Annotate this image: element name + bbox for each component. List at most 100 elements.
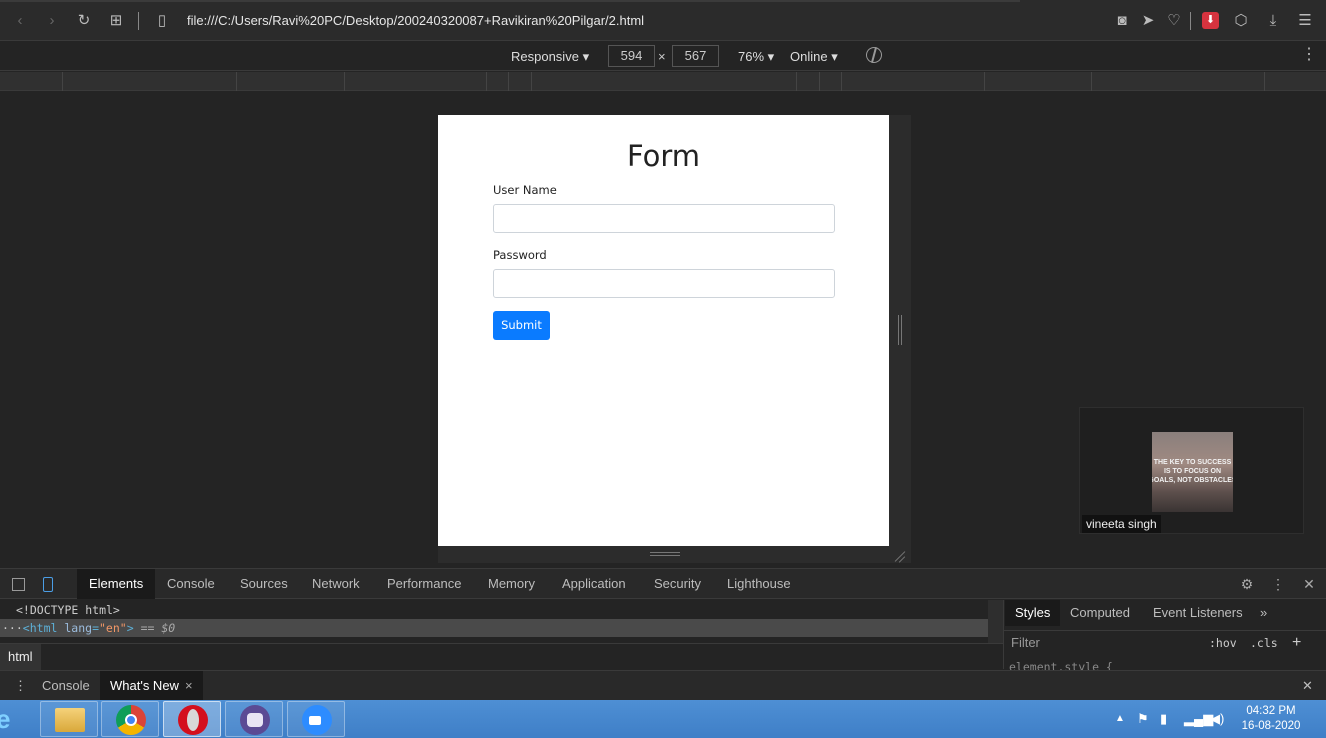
tab-security[interactable]: Security — [654, 569, 701, 599]
tab-console[interactable]: Console — [167, 569, 215, 599]
class-toggle[interactable]: .cls — [1250, 636, 1278, 650]
zoom-camera-body — [309, 716, 321, 725]
zoom-label: 76% — [738, 49, 765, 64]
ruler-segment[interactable] — [841, 72, 842, 91]
drawer-tab-whats-new[interactable]: What's New × — [100, 671, 203, 700]
menu-icon[interactable]: ☰ — [1296, 12, 1314, 30]
styles-filter-input[interactable]: Filter — [1011, 635, 1040, 650]
rotate-icon[interactable] — [863, 44, 885, 66]
tab-event-listeners[interactable]: Event Listeners — [1153, 600, 1243, 626]
heart-icon[interactable]: ♡ — [1165, 12, 1183, 30]
grip-icon — [650, 552, 680, 556]
tab-lighthouse[interactable]: Lighthouse — [727, 569, 791, 599]
ruler-segment[interactable] — [531, 72, 532, 91]
camera-icon[interactable]: ◙ — [1113, 12, 1131, 30]
tab-elements[interactable]: Elements — [77, 569, 156, 599]
clock-date: 16-08-2020 — [1241, 720, 1301, 732]
send-icon[interactable]: ➤ — [1139, 12, 1157, 30]
taskbar-clock[interactable]: 04:32 PM 16-08-2020 — [1236, 704, 1306, 734]
chrome-center — [125, 714, 137, 726]
thumbnail-text: THE KEY TO SUCCESS — [1153, 459, 1232, 466]
close-drawer-icon[interactable]: ✕ — [1302, 671, 1313, 700]
elements-tree: <!DOCTYPE html> ···<html lang="en"> == $… — [0, 600, 1003, 643]
battery-icon[interactable]: ▮ — [1160, 711, 1167, 727]
reload-icon[interactable]: ↻ — [75, 12, 93, 30]
ruler-segment[interactable] — [508, 72, 509, 91]
close-tab-icon[interactable]: × — [185, 678, 193, 693]
forward-arrow-icon[interactable]: › — [43, 12, 61, 30]
ruler-segment[interactable] — [344, 72, 345, 91]
elements-scrollbar[interactable] — [988, 600, 1003, 643]
cat-face — [247, 713, 263, 727]
tab-application[interactable]: Application — [562, 569, 626, 599]
tab-memory[interactable]: Memory — [488, 569, 535, 599]
new-rule-icon[interactable]: + — [1292, 634, 1301, 652]
download-red-icon[interactable]: ⬇ — [1202, 12, 1219, 29]
resize-handle-bottom[interactable] — [438, 546, 889, 563]
ruler-segment[interactable] — [1091, 72, 1092, 91]
more-options-icon[interactable]: ⋮ — [1301, 47, 1317, 63]
device-mode-select[interactable]: Responsive ▾ — [511, 49, 589, 65]
dropdown-caret-icon: ▾ — [831, 49, 838, 64]
username-input[interactable] — [493, 204, 835, 233]
grid-icon[interactable]: ⊞ — [107, 12, 125, 30]
dom-doctype[interactable]: <!DOCTYPE html> — [0, 601, 988, 619]
taskbar-file-explorer[interactable] — [40, 701, 98, 737]
device-toggle-icon[interactable] — [43, 577, 53, 592]
width-input[interactable]: 594 — [608, 45, 655, 67]
dom-html-node[interactable]: ···<html lang="en"> == $0 — [0, 619, 988, 637]
drawer-menu-icon[interactable]: ⋮ — [14, 671, 27, 700]
tab-performance[interactable]: Performance — [387, 569, 461, 599]
thumbnail-text: GOALS, NOT OBSTACLES — [1152, 477, 1233, 484]
tab-styles[interactable]: Styles — [1005, 600, 1061, 626]
back-arrow-icon[interactable]: ‹ — [11, 12, 29, 30]
video-call-tile[interactable]: THE KEY TO SUCCESS IS TO FOCUS ON GOALS,… — [1079, 407, 1304, 534]
submit-button[interactable]: Submit — [493, 311, 550, 340]
ruler-segment[interactable] — [486, 72, 487, 91]
throttle-select[interactable]: Online ▾ — [790, 49, 838, 65]
signal-icon[interactable]: ▂▄▆ — [1184, 711, 1213, 727]
cube-icon[interactable]: ⬡ — [1232, 12, 1250, 30]
taskbar-opera[interactable] — [163, 701, 221, 737]
taskbar-zoom[interactable] — [287, 701, 345, 737]
username-label: User Name — [493, 183, 557, 197]
ruler-segment[interactable] — [62, 72, 63, 91]
settings-gear-icon[interactable]: ⚙ — [1239, 576, 1255, 592]
tab-network[interactable]: Network — [312, 569, 360, 599]
participant-name: vineeta singh — [1082, 515, 1161, 533]
device-toolbar: Responsive ▾ 594 × 567 76% ▾ Online ▾ ⋮ — [0, 41, 1326, 71]
windows-taskbar: e ▲ ⚑ ▮ ▂▄▆ ◀) 04:32 PM 16-08-2020 — [0, 700, 1326, 738]
drawer-tab-label: What's New — [110, 678, 179, 693]
breadcrumb-html[interactable]: html — [0, 644, 41, 670]
ruler-segment[interactable] — [1264, 72, 1265, 91]
more-tabs-icon[interactable]: » — [1260, 600, 1267, 626]
hover-state-toggle[interactable]: :hov — [1209, 636, 1237, 650]
ruler-segment[interactable] — [984, 72, 985, 91]
media-query-ruler — [0, 72, 1326, 91]
more-options-icon[interactable]: ⋮ — [1270, 576, 1286, 592]
drawer-tab-console[interactable]: Console — [42, 671, 90, 700]
show-hidden-icons[interactable]: ▲ — [1115, 711, 1125, 727]
browser-toolbar: ‹ › ↻ ⊞ ▯ file:///C:/Users/Ravi%20PC/Des… — [0, 0, 1326, 41]
page-title: Form — [626, 139, 701, 173]
zoom-select[interactable]: 76% ▾ — [738, 49, 774, 65]
password-input[interactable] — [493, 269, 835, 298]
flag-icon[interactable]: ⚑ — [1137, 711, 1149, 727]
ruler-segment[interactable] — [819, 72, 820, 91]
taskbar-chrome[interactable] — [101, 701, 159, 737]
resize-corner-icon[interactable] — [891, 548, 907, 564]
resize-handle-right[interactable] — [889, 115, 911, 563]
internet-explorer-icon[interactable]: e — [0, 704, 24, 734]
ruler-segment[interactable] — [796, 72, 797, 91]
close-devtools-icon[interactable]: ✕ — [1301, 576, 1317, 592]
download-icon[interactable]: ⤓ — [1264, 12, 1282, 30]
height-input[interactable]: 567 — [672, 45, 719, 67]
tab-sources[interactable]: Sources — [240, 569, 288, 599]
volume-icon[interactable]: ◀) — [1210, 711, 1224, 727]
taskbar-gitbot[interactable] — [225, 701, 283, 737]
address-bar[interactable]: file:///C:/Users/Ravi%20PC/Desktop/20024… — [187, 13, 644, 28]
inspect-element-icon[interactable] — [12, 578, 25, 591]
ruler-segment[interactable] — [236, 72, 237, 91]
attr-equals: = — [92, 621, 99, 635]
tab-computed[interactable]: Computed — [1070, 600, 1130, 626]
